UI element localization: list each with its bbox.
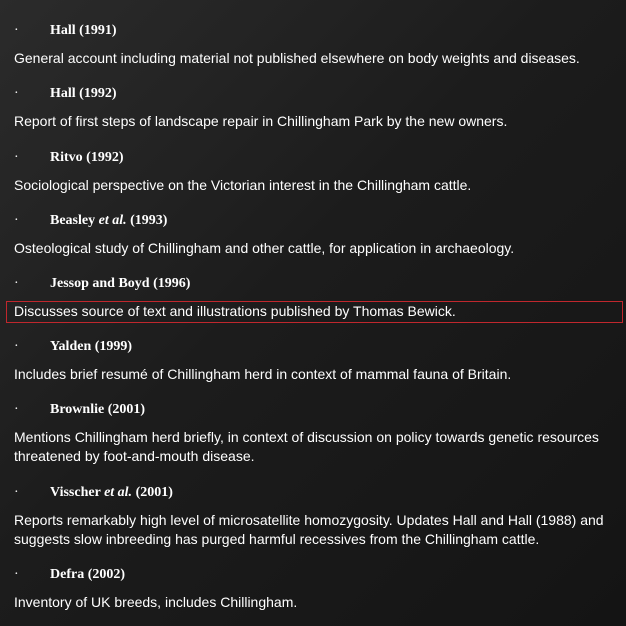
bullet-icon: ·	[14, 23, 19, 38]
reference-heading: · Hall (1991)	[14, 22, 117, 40]
bullet-icon: ·	[14, 150, 19, 165]
reference-year: (1992)	[79, 86, 117, 101]
bullet-icon: ·	[14, 213, 19, 228]
reference-author: Brownlie	[50, 402, 105, 417]
reference-year: (2001)	[135, 485, 173, 500]
reference-description: Osteological study of Chillingham and ot…	[14, 240, 515, 256]
reference-heading: · Brownlie (2001)	[14, 401, 145, 419]
reference-author: Visscher	[50, 485, 101, 500]
reference-author: Ritvo	[50, 150, 83, 165]
reference-description: Sociological perspective on the Victoria…	[14, 177, 472, 193]
reference-description: Includes brief resumé of Chillingham her…	[14, 366, 512, 382]
bullet-icon: ·	[14, 485, 19, 500]
reference-description: General account including material not p…	[14, 50, 580, 66]
top-fragment: ...	[14, 0, 26, 4]
reference-heading: · Yalden (1999)	[14, 338, 132, 356]
bullet-icon: ·	[14, 276, 19, 291]
reference-etal: et al.	[98, 213, 127, 228]
reference-description: Mentions Chillingham herd briefly, in co…	[14, 429, 599, 464]
reference-description: Inventory of UK breeds, includes Chillin…	[14, 594, 298, 610]
reference-heading: · Defra (2002)	[14, 566, 125, 584]
reference-year: (1993)	[130, 213, 168, 228]
reference-author: Hall	[50, 23, 76, 38]
reference-year: (1999)	[94, 339, 133, 354]
reference-heading: · Visscher et al. (2001)	[14, 484, 173, 502]
reference-heading: · Ritvo (1992)	[14, 149, 124, 167]
reference-author: Yalden	[50, 339, 92, 354]
reference-description: Report of first steps of landscape repai…	[14, 113, 508, 129]
bullet-icon: ·	[14, 86, 19, 101]
bullet-icon: ·	[14, 339, 19, 354]
bullet-icon: ·	[14, 567, 19, 582]
reference-heading: · Hall (1992)	[14, 85, 117, 103]
reference-author: Defra	[50, 567, 85, 582]
reference-description: Discusses source of text and illustratio…	[14, 303, 456, 319]
reference-heading: · Jessop and Boyd (1996)	[14, 275, 190, 293]
reference-author: Jessop and Boyd	[50, 276, 150, 291]
reference-year: (1992)	[86, 150, 124, 165]
reference-year: (1991)	[79, 23, 117, 38]
reference-year: (2002)	[87, 567, 126, 582]
reference-description: Reports remarkably high level of microsa…	[14, 512, 604, 547]
reference-heading: · Beasley et al. (1993)	[14, 212, 167, 230]
bullet-icon: ·	[14, 402, 19, 417]
reference-author: Hall	[50, 86, 76, 101]
reference-author: Beasley	[50, 213, 96, 228]
reference-year: (2001)	[107, 402, 146, 417]
reference-year: (1996)	[153, 276, 191, 291]
reference-etal: et al.	[104, 485, 133, 500]
